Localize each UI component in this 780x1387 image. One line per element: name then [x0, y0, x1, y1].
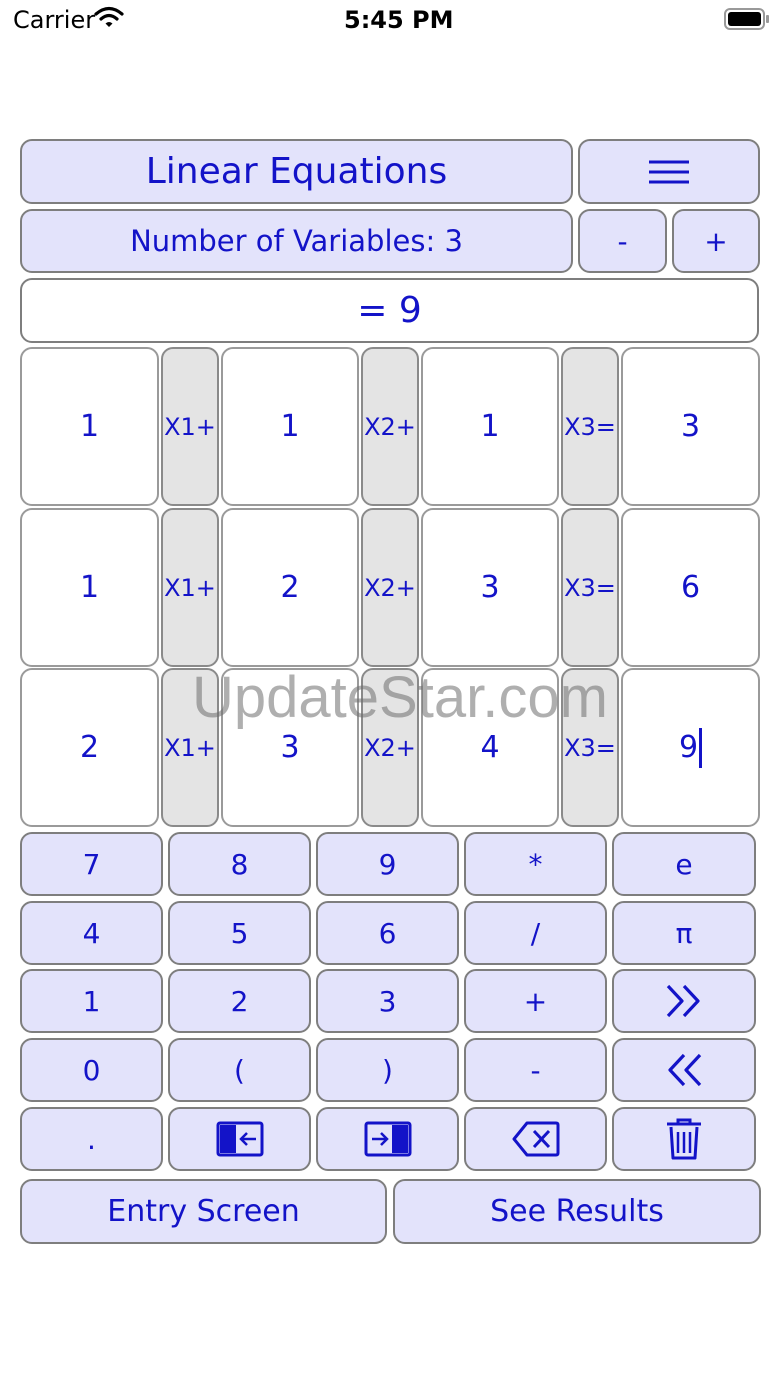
key-minus[interactable]: - — [464, 1038, 607, 1102]
prev-cell-button[interactable] — [612, 1038, 756, 1102]
entry-screen-label: Entry Screen — [107, 1194, 300, 1229]
key-pi[interactable]: π — [612, 901, 756, 965]
coef-r2-c1[interactable]: 1 — [20, 508, 159, 667]
key-3[interactable]: 3 — [316, 969, 459, 1033]
key-e[interactable]: e — [612, 832, 756, 896]
hamburger-icon — [649, 160, 689, 183]
var-label: X1+ — [161, 668, 219, 827]
cursor-right-icon — [364, 1121, 411, 1157]
carrier-label: Carrier — [13, 6, 96, 34]
key-6[interactable]: 6 — [316, 901, 459, 965]
var-label: X3= — [561, 508, 619, 667]
coef-r2-c2[interactable]: 2 — [221, 508, 359, 667]
var-label: X2+ — [361, 668, 419, 827]
clear-button[interactable] — [612, 1107, 756, 1171]
see-results-label: See Results — [490, 1194, 664, 1229]
next-cell-button[interactable] — [612, 969, 756, 1033]
coef-r3-c3[interactable]: 4 — [421, 668, 559, 827]
key-multiply[interactable]: * — [464, 832, 607, 896]
var-label: X3= — [561, 347, 619, 506]
rhs-r1[interactable]: 3 — [621, 347, 760, 506]
coef-r1-c1[interactable]: 1 — [20, 347, 159, 506]
page-title: Linear Equations — [145, 151, 448, 192]
coef-r2-c3[interactable]: 3 — [421, 508, 559, 667]
coef-r3-c1[interactable]: 2 — [20, 668, 159, 827]
increase-variables-button[interactable]: + — [672, 209, 760, 273]
backspace-icon — [512, 1121, 559, 1157]
var-label: X3= — [561, 668, 619, 827]
double-chevron-left-icon — [668, 1053, 702, 1087]
rhs-r3[interactable]: 9 — [621, 668, 760, 827]
see-results-button[interactable]: See Results — [393, 1179, 761, 1244]
key-8[interactable]: 8 — [168, 832, 311, 896]
coef-r1-c3[interactable]: 1 — [421, 347, 559, 506]
expression-display: = 9 — [20, 278, 759, 343]
key-open-paren[interactable]: ( — [168, 1038, 311, 1102]
menu-button[interactable] — [578, 139, 760, 204]
decrease-variables-button[interactable]: - — [578, 209, 667, 273]
var-label: X1+ — [161, 508, 219, 667]
battery-icon — [724, 8, 770, 34]
title-button[interactable]: Linear Equations — [20, 139, 573, 204]
key-0[interactable]: 0 — [20, 1038, 163, 1102]
trash-icon — [667, 1118, 701, 1160]
var-label: X2+ — [361, 508, 419, 667]
backspace-button[interactable] — [464, 1107, 607, 1171]
rhs-r2[interactable]: 6 — [621, 508, 760, 667]
key-1[interactable]: 1 — [20, 969, 163, 1033]
plus-label: + — [704, 224, 728, 258]
cursor-left-button[interactable] — [168, 1107, 311, 1171]
wifi-icon — [94, 6, 124, 34]
coef-r1-c2[interactable]: 1 — [221, 347, 359, 506]
key-decimal[interactable]: . — [20, 1107, 163, 1171]
cursor-left-icon — [216, 1121, 263, 1157]
double-chevron-right-icon — [666, 984, 700, 1018]
key-4[interactable]: 4 — [20, 901, 163, 965]
clock: 5:45 PM — [344, 6, 454, 34]
key-close-paren[interactable]: ) — [316, 1038, 459, 1102]
cursor-right-button[interactable] — [316, 1107, 459, 1171]
minus-label: - — [617, 224, 628, 258]
coef-r3-c2[interactable]: 3 — [221, 668, 359, 827]
var-label: X1+ — [161, 347, 219, 506]
key-divide[interactable]: / — [464, 901, 607, 965]
var-label: X2+ — [361, 347, 419, 506]
display-text: = 9 — [357, 290, 422, 331]
entry-screen-button[interactable]: Entry Screen — [20, 1179, 387, 1244]
key-plus[interactable]: + — [464, 969, 607, 1033]
variables-label: Number of Variables: 3 — [130, 224, 463, 258]
key-5[interactable]: 5 — [168, 901, 311, 965]
text-cursor — [699, 727, 703, 768]
key-9[interactable]: 9 — [316, 832, 459, 896]
key-7[interactable]: 7 — [20, 832, 163, 896]
variables-button[interactable]: Number of Variables: 3 — [20, 209, 573, 273]
key-2[interactable]: 2 — [168, 969, 311, 1033]
